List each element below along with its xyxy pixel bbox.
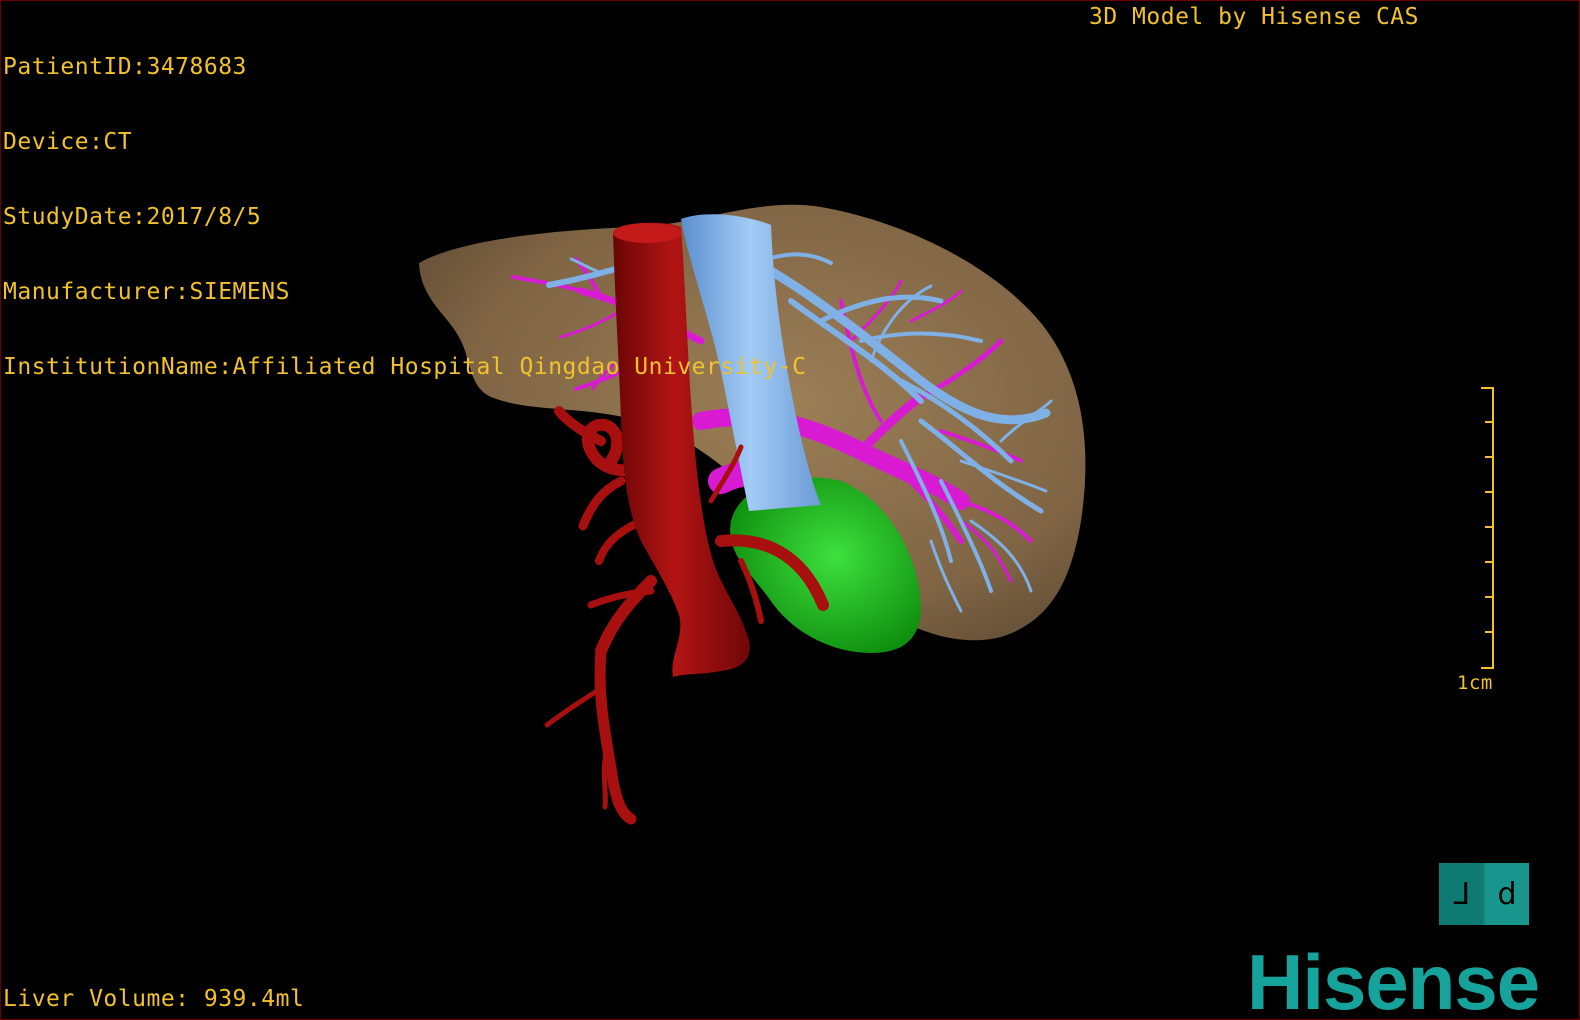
scale-bar-label: 1cm [1457, 672, 1493, 694]
orientation-cube-left-face[interactable]: ᒧ [1439, 863, 1483, 925]
device: Device:CT [3, 129, 133, 155]
3d-viewport[interactable]: PatientID:3478683 Device:CT StudyDate:20… [0, 0, 1580, 1020]
study-date: StudyDate:2017/8/5 [3, 204, 262, 230]
model-credit: 3D Model by Hisense CAS [1089, 4, 1419, 30]
manufacturer: Manufacturer:SIEMENS [3, 279, 290, 305]
orientation-cube[interactable]: ᒧ d [1439, 863, 1529, 925]
institution-name: InstitutionName:Affiliated Hospital Qing… [3, 354, 807, 380]
scale-bar [1481, 387, 1494, 669]
dicom-info-panel: PatientID:3478683 Device:CT StudyDate:20… [3, 5, 806, 430]
hisense-logo: Hisense [1247, 938, 1540, 1020]
patient-id: PatientID:3478683 [3, 54, 247, 80]
orientation-cube-right-face[interactable]: d [1485, 863, 1529, 925]
liver-volume: Liver Volume: 939.4ml [3, 986, 305, 1012]
